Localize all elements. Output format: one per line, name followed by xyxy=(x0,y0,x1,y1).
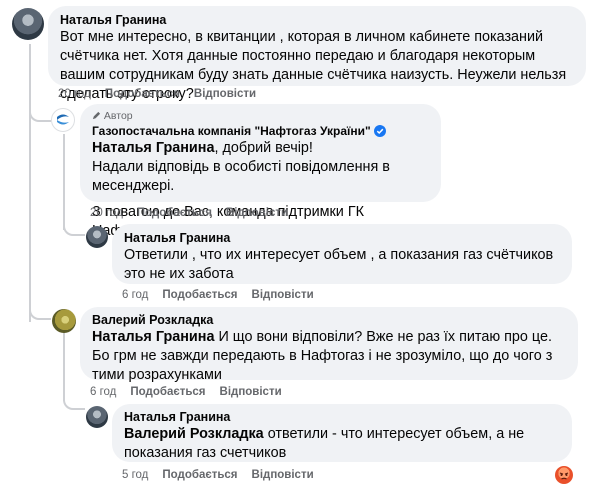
reply-button[interactable]: Відповісти xyxy=(252,469,314,481)
comment-author[interactable]: Газопостачальна компанія "Нафтогаз Украї… xyxy=(92,123,429,139)
mention-link[interactable]: Наталья Гранина xyxy=(92,140,214,156)
comment-bubble: Наталья Гранина Ответили , что их интере… xyxy=(112,224,572,284)
thread-connector xyxy=(29,298,51,320)
comment-bubble: Валерий Розкладка Наталья Гранина И що в… xyxy=(80,307,578,383)
comment-time[interactable]: 6 год xyxy=(90,386,116,398)
comment-author[interactable]: Наталья Гранина xyxy=(60,12,574,28)
comment-time[interactable]: 5 год xyxy=(122,469,148,481)
comment-author[interactable]: Наталья Гранина xyxy=(124,409,560,425)
reply-button[interactable]: Відповісти xyxy=(226,207,288,219)
like-button[interactable]: Подобається xyxy=(137,207,212,219)
comment-time[interactable]: 20 год xyxy=(90,207,123,219)
author-badge: Автор xyxy=(92,109,429,123)
avatar[interactable] xyxy=(86,226,108,248)
avatar[interactable] xyxy=(86,406,108,428)
comment-meta: 6 год Подобається Відповісти xyxy=(90,386,296,398)
comment-text: Валерий Розкладка ответили - что интерес… xyxy=(124,426,525,461)
like-button[interactable]: Подобається xyxy=(162,289,237,301)
reply-button[interactable]: Відповісти xyxy=(194,88,256,100)
comment-meta: 20 год Подобається Відповісти xyxy=(58,88,270,100)
reply-button[interactable]: Відповісти xyxy=(252,289,314,301)
thread-connector xyxy=(29,100,51,122)
verified-badge-icon xyxy=(373,125,386,137)
avatar[interactable] xyxy=(51,108,75,132)
avatar[interactable] xyxy=(12,8,44,40)
comment-text: Наталья Гранина, добрий вечір! xyxy=(92,140,313,156)
thread-line xyxy=(29,44,31,322)
angry-face-icon xyxy=(559,472,569,480)
comment-time[interactable]: 6 год xyxy=(122,289,148,301)
comment-text: Надали відповідь в особисті повідомлення… xyxy=(92,159,390,194)
mention-link[interactable]: Наталья Гранина xyxy=(92,329,214,345)
comment-author[interactable]: Наталья Гранина xyxy=(124,230,560,246)
comment-author[interactable]: Валерий Розкладка xyxy=(92,312,566,328)
like-button[interactable]: Подобається xyxy=(130,386,205,398)
naftogaz-logo-icon xyxy=(54,111,72,129)
comment-meta: 5 год Подобається Відповісти xyxy=(122,469,328,481)
comment-meta: 6 год Подобається Відповісти xyxy=(122,289,328,301)
comment-bubble: Наталья Гранина Валерий Розкладка ответи… xyxy=(112,404,572,462)
comment-text: Ответили , что их интересует объем , а п… xyxy=(124,247,554,282)
pencil-icon xyxy=(92,111,101,120)
comment-time[interactable]: 20 год xyxy=(58,88,91,100)
avatar[interactable] xyxy=(52,309,76,333)
comment-bubble: Автор Газопостачальна компанія "Нафтогаз… xyxy=(80,104,441,239)
like-button[interactable]: Подобається xyxy=(105,88,180,100)
angry-reaction-icon[interactable] xyxy=(555,466,573,484)
like-button[interactable]: Подобається xyxy=(162,469,237,481)
reply-button[interactable]: Відповісти xyxy=(220,386,282,398)
thread-connector xyxy=(63,210,85,236)
comment-bubble: Наталья Гранина Вот мне интересно, в кви… xyxy=(48,6,586,102)
comment-text: Наталья Гранина И що вони відповіли? Вже… xyxy=(92,329,553,383)
mention-link[interactable]: Валерий Розкладка xyxy=(124,426,264,442)
thread-connector xyxy=(63,380,85,410)
comment-meta: 20 год Подобається Відповісти xyxy=(90,207,302,219)
